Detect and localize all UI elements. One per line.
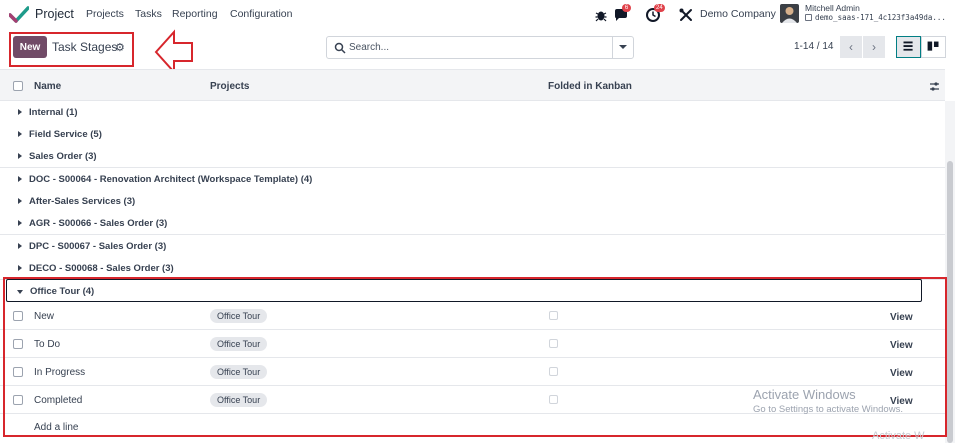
group-label: Sales Order (3) xyxy=(29,151,97,162)
caret-down-icon xyxy=(619,45,627,49)
list-view-icon xyxy=(903,41,913,51)
search-bar[interactable] xyxy=(326,36,634,59)
search-options-toggle[interactable] xyxy=(612,37,633,58)
activities-badge: 24 xyxy=(654,4,665,12)
user-avatar[interactable] xyxy=(780,4,799,23)
group-label: AGR - S00066 - Sales Order (3) xyxy=(29,218,168,229)
windows-watermark-title: Activate Windows xyxy=(753,387,856,402)
group-row[interactable]: After-Sales Services (3) xyxy=(0,190,945,213)
annotation-highlight-title xyxy=(9,32,134,67)
column-header-projects[interactable]: Projects xyxy=(210,81,249,92)
group-label: DPC - S00067 - Sales Order (3) xyxy=(29,241,167,252)
group-row[interactable]: Sales Order (3) xyxy=(0,145,945,168)
kanban-view-icon xyxy=(927,41,939,51)
caret-right-icon xyxy=(18,109,22,115)
column-header-folded[interactable]: Folded in Kanban xyxy=(548,81,632,92)
group-label: Field Service (5) xyxy=(29,129,102,140)
caret-right-icon xyxy=(18,153,22,159)
caret-right-icon xyxy=(18,243,22,249)
search-icon xyxy=(334,42,346,54)
messages-icon[interactable]: 6 xyxy=(613,4,631,23)
group-label: DECO - S00068 - Sales Order (3) xyxy=(29,263,174,274)
caret-right-icon xyxy=(18,131,22,137)
optional-columns-icon[interactable] xyxy=(929,81,940,92)
database-icon xyxy=(805,14,812,21)
menu-reporting[interactable]: Reporting xyxy=(172,8,218,20)
table-header: Name Projects Folded in Kanban xyxy=(0,69,945,101)
group-label: Internal (1) xyxy=(29,107,78,118)
caret-right-icon xyxy=(18,220,22,226)
database-name: demo_saas-171_4c123f3a49da... xyxy=(815,13,946,22)
menu-configuration[interactable]: Configuration xyxy=(230,8,292,20)
caret-right-icon xyxy=(18,176,22,182)
scrollbar-thumb[interactable] xyxy=(947,161,953,443)
bug-icon[interactable] xyxy=(593,7,609,23)
kanban-view-button[interactable] xyxy=(921,36,946,58)
company-switcher[interactable]: Demo Company xyxy=(700,8,776,20)
menu-tasks[interactable]: Tasks xyxy=(135,8,162,20)
caret-right-icon xyxy=(18,198,22,204)
tools-icon[interactable] xyxy=(678,7,694,23)
project-app-icon[interactable] xyxy=(9,6,29,24)
pager-previous-button[interactable]: ‹ xyxy=(840,36,862,58)
caret-right-icon xyxy=(18,265,22,271)
pager-value[interactable]: 1-14 / 14 xyxy=(794,41,833,52)
group-label: DOC - S00064 - Renovation Architect (Wor… xyxy=(29,174,313,185)
messages-badge: 6 xyxy=(622,4,631,12)
activities-icon[interactable]: 24 xyxy=(645,4,665,23)
select-all-checkbox[interactable] xyxy=(13,81,23,91)
group-label: After-Sales Services (3) xyxy=(29,196,136,207)
group-row[interactable]: Internal (1) xyxy=(0,101,945,124)
group-row[interactable]: DPC - S00067 - Sales Order (3) xyxy=(0,235,945,258)
windows-watermark-edge: Activate W xyxy=(872,430,925,442)
pager-next-button[interactable]: › xyxy=(863,36,885,58)
menu-projects[interactable]: Projects xyxy=(86,8,124,20)
column-header-name[interactable]: Name xyxy=(34,81,61,92)
group-row[interactable]: DOC - S00064 - Renovation Architect (Wor… xyxy=(0,168,945,191)
windows-watermark-subtitle: Go to Settings to activate Windows. xyxy=(753,404,903,415)
app-name[interactable]: Project xyxy=(35,7,74,21)
group-row[interactable]: Field Service (5) xyxy=(0,123,945,146)
list-view-button[interactable] xyxy=(896,36,921,58)
top-navbar: Project Projects Tasks Reporting Configu… xyxy=(0,0,955,30)
search-input[interactable] xyxy=(349,40,609,55)
user-name[interactable]: Mitchell Admin xyxy=(805,3,860,13)
group-row[interactable]: AGR - S00066 - Sales Order (3) xyxy=(0,212,945,235)
